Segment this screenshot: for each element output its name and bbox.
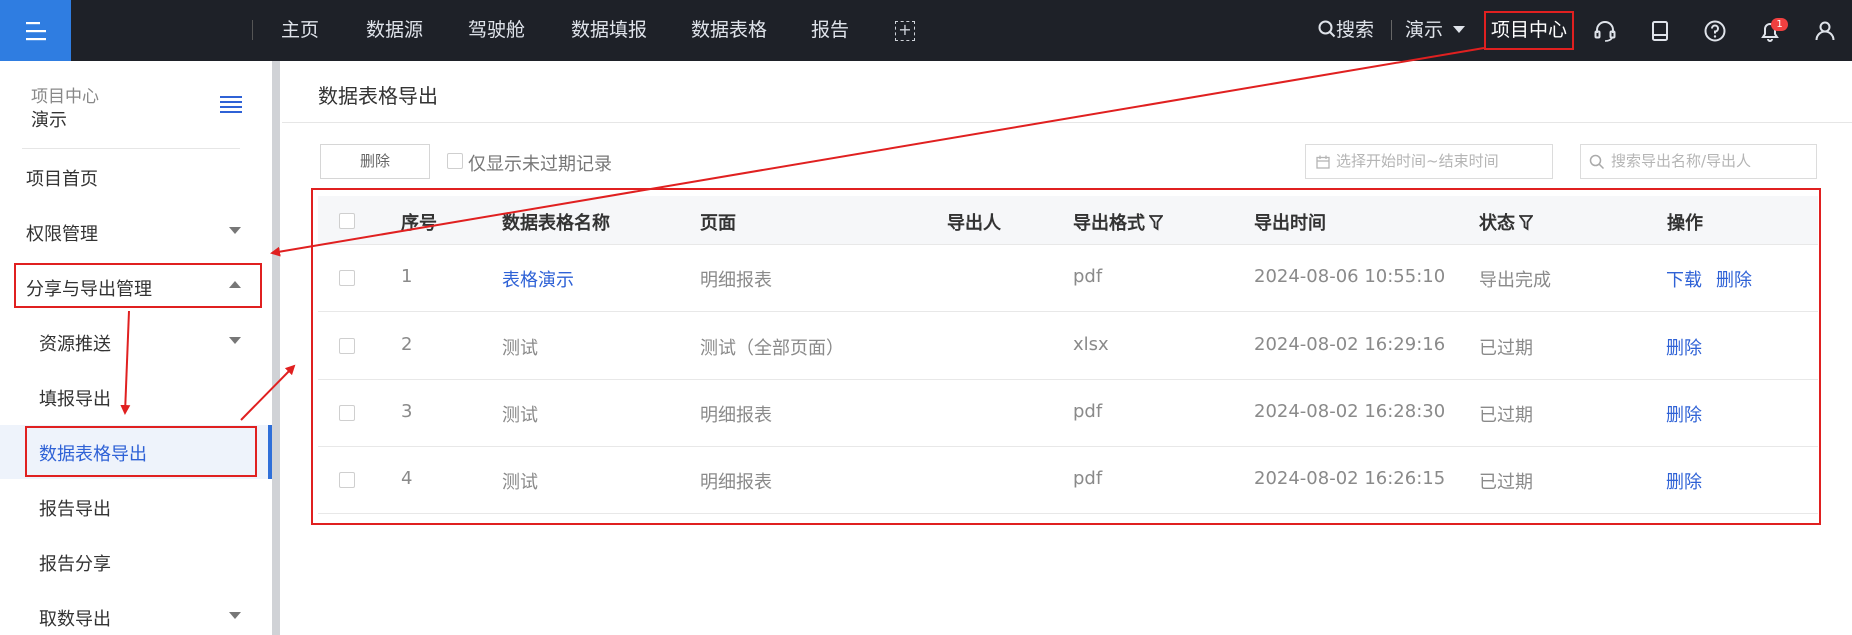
chevron-down-icon	[229, 612, 241, 619]
user-icon[interactable]	[1812, 18, 1838, 44]
sidebar-item-report-share[interactable]: 报告分享	[39, 550, 111, 576]
sidebar-item-report-export[interactable]: 报告导出	[39, 495, 111, 521]
add-tab-icon[interactable]: +	[895, 21, 915, 41]
chevron-down-icon	[229, 227, 241, 234]
notification-badge: 1	[1771, 18, 1788, 31]
nav-item-home[interactable]: 主页	[281, 0, 319, 61]
sidebar-divider	[22, 148, 240, 149]
nav-item-data-fill[interactable]: 数据填报	[571, 0, 647, 61]
list-collapse-icon[interactable]	[219, 94, 243, 114]
search-button[interactable]: 搜索	[1318, 0, 1374, 61]
search-placeholder: 搜索导出名称/导出人	[1611, 152, 1752, 170]
menu-toggle-button[interactable]	[0, 0, 71, 61]
sidebar-scrollbar[interactable]	[272, 61, 280, 635]
annotation-box-table	[311, 188, 1821, 525]
sidebar-active-indicator	[268, 425, 272, 479]
headset-icon[interactable]	[1592, 18, 1618, 44]
hamburger-menu-icon	[25, 21, 46, 40]
project-name: 演示	[31, 110, 67, 131]
nav-item-cockpit[interactable]: 驾驶舱	[468, 0, 525, 61]
date-range-placeholder: 选择开始时间~结束时间	[1336, 152, 1499, 170]
search-icon	[1589, 154, 1605, 170]
book-icon[interactable]	[1647, 18, 1673, 44]
help-icon[interactable]	[1702, 18, 1728, 44]
search-label: 搜索	[1336, 19, 1375, 41]
nav-item-data-table[interactable]: 数据表格	[691, 0, 767, 61]
sidebar-item-fetch-export[interactable]: 取数导出	[39, 605, 111, 631]
chevron-down-icon	[229, 337, 241, 344]
search-icon	[1318, 20, 1336, 38]
chevron-down-icon	[1453, 26, 1466, 33]
project-label: 项目中心	[31, 87, 99, 107]
nav-separator	[252, 20, 253, 40]
unexpired-filter-checkbox[interactable]	[447, 153, 463, 169]
nav-item-datasource[interactable]: 数据源	[366, 0, 423, 61]
nav-item-report[interactable]: 报告	[811, 0, 849, 61]
annotation-box-table-export	[25, 426, 257, 477]
title-divider	[282, 122, 1852, 123]
user-label: 演示	[1405, 19, 1444, 41]
sidebar-item-resource-push[interactable]: 资源推送	[39, 330, 111, 356]
top-navigation-bar	[0, 0, 1852, 61]
top-separator	[1391, 20, 1392, 40]
page-title: 数据表格导出	[318, 84, 438, 108]
sidebar-item-permission[interactable]: 权限管理	[26, 220, 98, 246]
sidebar-item-project-home[interactable]: 项目首页	[26, 165, 98, 191]
unexpired-filter-label: 仅显示未过期记录	[468, 154, 612, 175]
annotation-box-share-export	[14, 263, 262, 308]
project-center-button[interactable]: 项目中心	[1484, 11, 1574, 50]
calendar-icon	[1316, 155, 1330, 169]
delete-button[interactable]: 删除	[320, 144, 430, 179]
user-dropdown[interactable]: 演示	[1405, 0, 1466, 61]
date-range-input[interactable]: 选择开始时间~结束时间	[1305, 144, 1553, 179]
sidebar-item-fill-export[interactable]: 填报导出	[39, 385, 111, 411]
export-search-input[interactable]: 搜索导出名称/导出人	[1580, 144, 1817, 179]
